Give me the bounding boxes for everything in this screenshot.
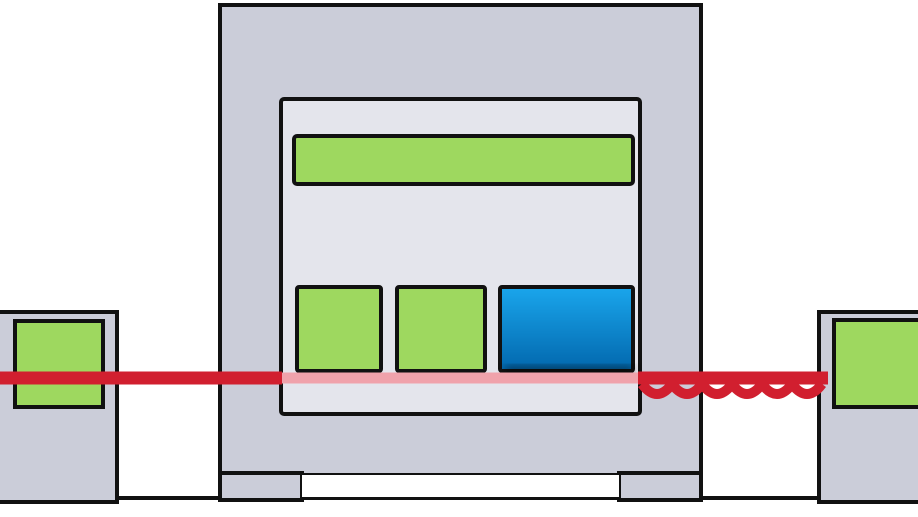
diagram-svg: [0, 3, 918, 504]
central-housing-left-foot: [218, 471, 304, 502]
coil-loops: [638, 375, 826, 399]
top-green-bar: [292, 134, 635, 186]
green-module-2: [395, 285, 487, 373]
coiled-cable-icon: [638, 375, 826, 399]
central-housing-right-foot: [617, 471, 703, 502]
right-small-unit-icon: [817, 310, 918, 504]
left-small-unit-icon: [0, 310, 119, 504]
diagram-canvas: [0, 0, 918, 517]
right-unit-green-module: [832, 318, 918, 409]
central-housing-base-gap: [302, 475, 619, 497]
blue-module: [498, 285, 635, 373]
green-module-1: [295, 285, 383, 373]
left-unit-green-module: [13, 319, 105, 409]
